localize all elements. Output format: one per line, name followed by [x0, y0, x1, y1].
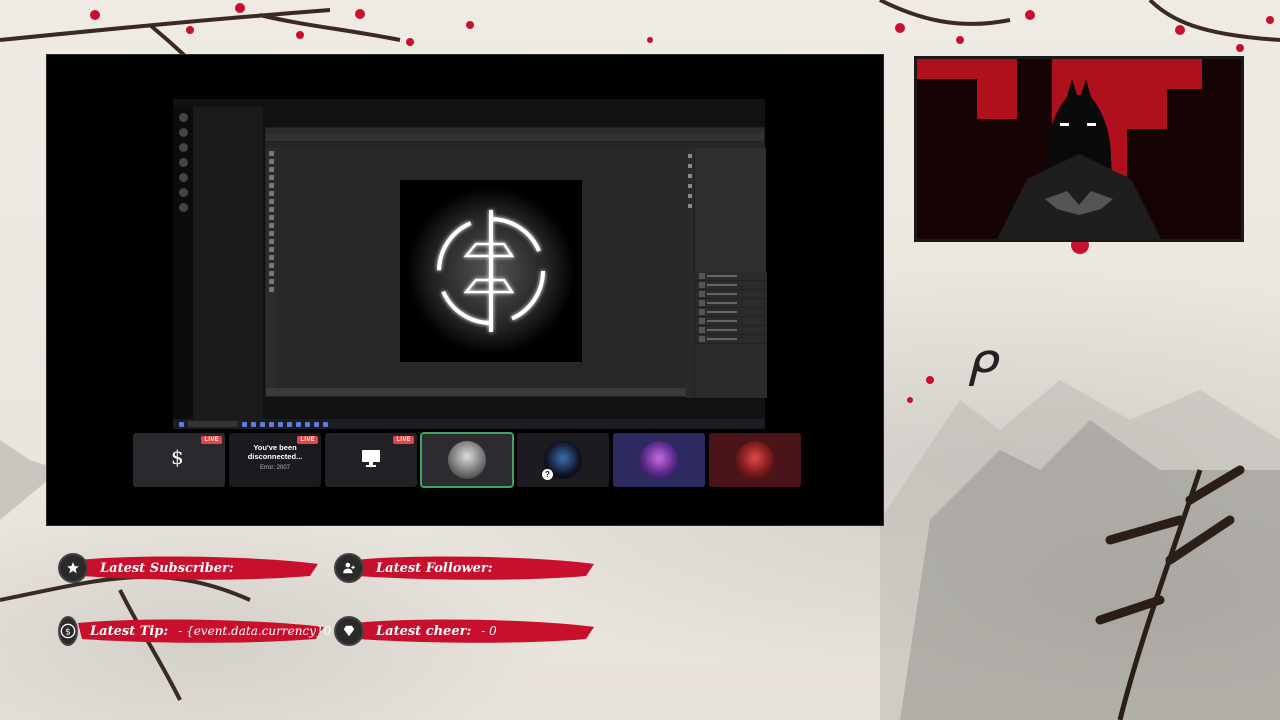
- photoshop-options-bar: [266, 134, 764, 142]
- discord-server-list: [173, 107, 193, 419]
- windows-taskbar: [173, 419, 765, 429]
- photoshop-panel-icons: [686, 148, 694, 398]
- artboard: [400, 180, 582, 362]
- stream-tiles: $ LIVE You've been disconnected... Error…: [133, 432, 807, 488]
- photoshop-canvas-area: [276, 148, 686, 388]
- stream-tile-screen[interactable]: $ LIVE: [133, 433, 225, 487]
- latest-cheer-banner: Latest cheer: - 0: [334, 611, 594, 651]
- discord-channel-list: [193, 107, 263, 419]
- photoshop-toolbar: [266, 148, 276, 388]
- neon-logo-artwork: [407, 187, 575, 355]
- avatar: [448, 441, 486, 479]
- photoshop-properties-panel: [694, 148, 767, 398]
- latest-cheer-value: - 0: [481, 624, 497, 638]
- batman-art: [917, 59, 1241, 239]
- disconnected-line-2: disconnected...: [247, 452, 303, 461]
- status-unknown-icon: ?: [542, 469, 553, 480]
- latest-tip-banner: $ Latest Tip: - {event.data.currency}0: [58, 611, 331, 651]
- svg-text:$: $: [65, 627, 71, 637]
- dollar-icon: $: [171, 445, 184, 469]
- latest-cheer-label: Latest cheer:: [376, 623, 472, 639]
- dollar-circle-icon: $: [58, 616, 78, 646]
- latest-subscriber-banner: Latest Subscriber:: [58, 548, 318, 588]
- stream-tile-user-2[interactable]: ?: [517, 433, 609, 487]
- screen-capture: $ LIVE You've been disconnected... Error…: [46, 54, 884, 526]
- live-badge: LIVE: [393, 436, 414, 444]
- latest-subscriber-label: Latest Subscriber:: [100, 560, 234, 576]
- avatar: [640, 441, 678, 479]
- stream-tile-user-4[interactable]: [709, 433, 801, 487]
- stream-tile-disconnected[interactable]: You've been disconnected... Error: 2007 …: [229, 433, 321, 487]
- user-add-icon: [334, 553, 364, 583]
- live-badge: LIVE: [297, 436, 318, 444]
- stream-tile-screen-2[interactable]: LIVE: [325, 433, 417, 487]
- disconnected-message: You've been disconnected...: [229, 443, 321, 461]
- desktop-capture: [173, 99, 767, 429]
- latest-follower-banner: Latest Follower:: [334, 548, 594, 588]
- disconnected-line-1: You've been: [253, 443, 297, 452]
- latest-follower-label: Latest Follower:: [376, 560, 493, 576]
- monitor-icon: [362, 450, 380, 467]
- stream-tile-user-1[interactable]: [420, 432, 514, 488]
- signature-logo: ᑭ: [964, 342, 994, 398]
- avatar: [736, 441, 774, 479]
- stream-tile-user-3[interactable]: [613, 433, 705, 487]
- error-code: Error: 2007: [259, 465, 290, 471]
- latest-tip-value: - {event.data.currency}0: [178, 624, 332, 638]
- webcam-frame: [914, 56, 1244, 242]
- live-badge: LIVE: [201, 436, 222, 444]
- photoshop-layers-panel: [695, 272, 767, 398]
- diamond-icon: [334, 616, 364, 646]
- taskbar-search: [188, 421, 238, 427]
- photoshop-window: [265, 127, 767, 398]
- star-icon: [58, 553, 88, 583]
- latest-tip-label: Latest Tip:: [90, 623, 169, 639]
